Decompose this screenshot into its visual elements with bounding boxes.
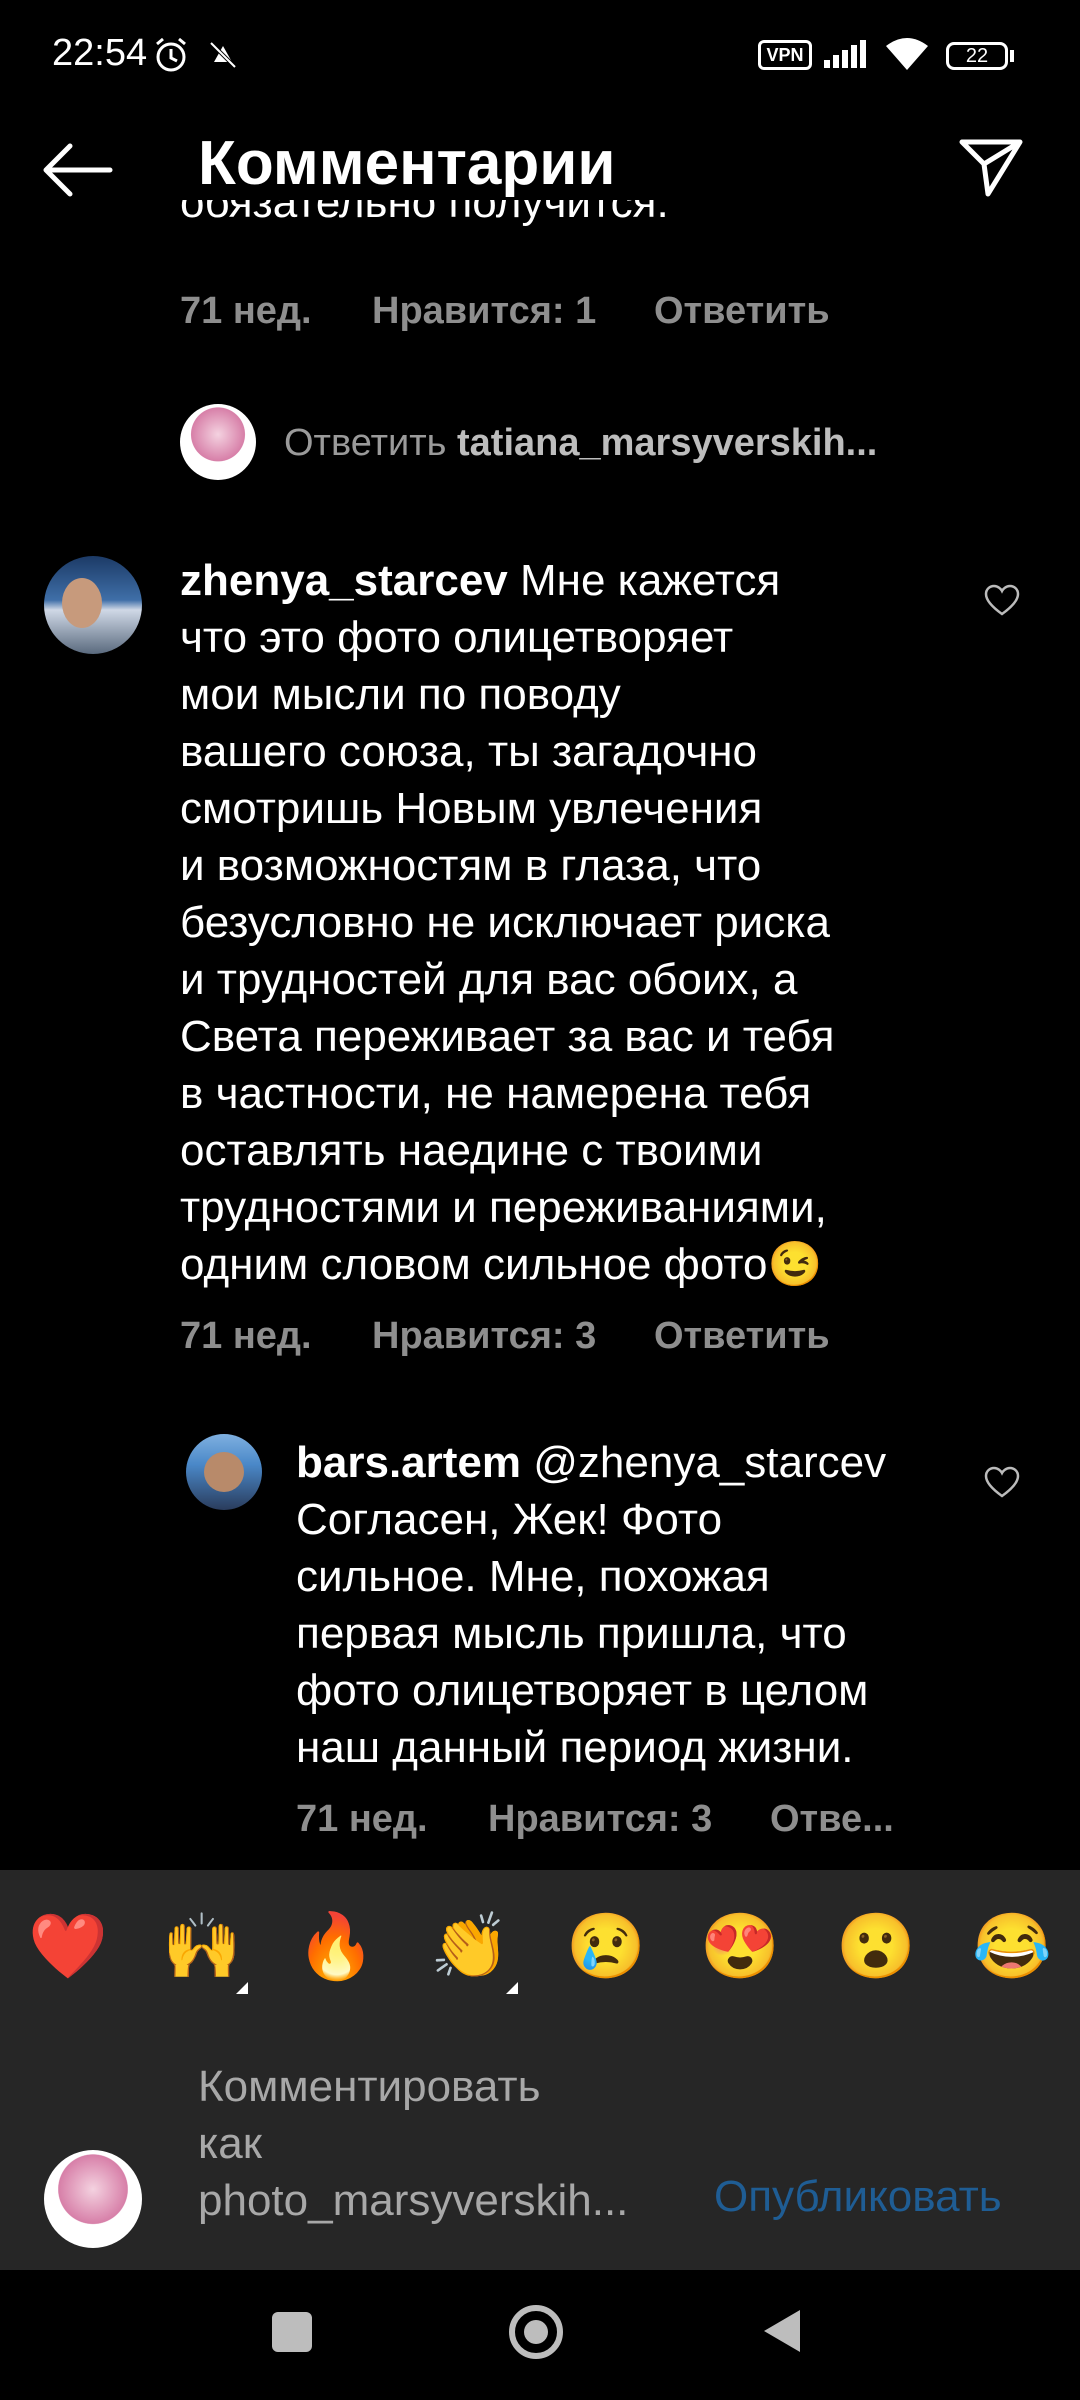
comment-body: zhenya_starcev Мне кажется что это фото … [180,556,835,1289]
comment-time: 71 нед. [180,1315,312,1357]
battery-icon: 22 [946,42,1008,70]
comment-time: 71 нед. [296,1798,428,1840]
comment-body: bars.artem @zhenya_starcev Согласен, Жек… [296,1438,887,1772]
avatar[interactable] [186,1434,262,1510]
reply-button[interactable]: Ответить [654,290,830,333]
reply-button[interactable]: Ответить [654,1315,830,1358]
signal-icon [824,40,874,75]
emoji-heart-eyes[interactable]: 😍 [700,1910,780,1982]
emoji-raised-hands[interactable]: 🙌 [162,1910,242,1982]
status-time: 22:54 [52,32,148,74]
emoji-heart[interactable]: ❤️ [28,1910,108,1982]
reply-button[interactable]: Отве... [770,1798,894,1841]
likes-count[interactable]: Нравится: 1 [372,290,596,333]
likes-count[interactable]: Нравится: 3 [488,1798,712,1841]
heart-icon[interactable] [984,584,1020,621]
heart-icon[interactable] [984,1466,1020,1503]
comment-input[interactable]: Комментировать как photo_marsyverskih... [198,2058,678,2229]
battery-tip [1010,50,1014,62]
emoji-clapping[interactable]: 👏 [430,1910,510,1982]
alarm-icon [152,36,190,79]
send-icon[interactable] [958,136,1024,205]
comment-time: 71 нед. [180,290,312,332]
emoji-fire[interactable]: 🔥 [296,1910,376,1982]
do-not-disturb-icon [208,40,238,75]
username[interactable]: zhenya_starcev [180,556,508,605]
recents-button[interactable] [272,2312,312,2352]
vpn-icon: VPN [758,40,812,70]
likes-count[interactable]: Нравится: 3 [372,1315,596,1358]
system-nav-bar [0,2270,1080,2400]
emoji-crying[interactable]: 😢 [566,1910,646,1982]
emoji-laughing[interactable]: 😂 [972,1910,1052,1982]
avatar [180,404,256,480]
page-title: Комментарии [198,129,616,198]
home-button[interactable] [508,2304,564,2360]
avatar [44,2150,142,2248]
comment-composer: ❤️ 🙌 🔥 👏 😢 😍 😮 😂 Комментировать как phot… [0,1870,1080,2270]
variant-indicator [236,1982,248,1994]
partial-comment-text: обязательно получится. [180,200,669,227]
variant-indicator [506,1982,518,1994]
mention[interactable]: @zhenya_starcev [533,1438,886,1487]
reply-prompt[interactable]: Ответить tatiana_marsyverskih... [284,422,877,465]
emoji-surprised[interactable]: 😮 [836,1910,916,1982]
username[interactable]: bars.artem [296,1438,521,1487]
avatar[interactable] [44,556,142,654]
back-button[interactable] [40,140,116,200]
publish-button[interactable]: Опубликовать [714,2172,1002,2222]
wifi-icon [884,36,930,77]
back-nav-button[interactable] [758,2306,804,2361]
